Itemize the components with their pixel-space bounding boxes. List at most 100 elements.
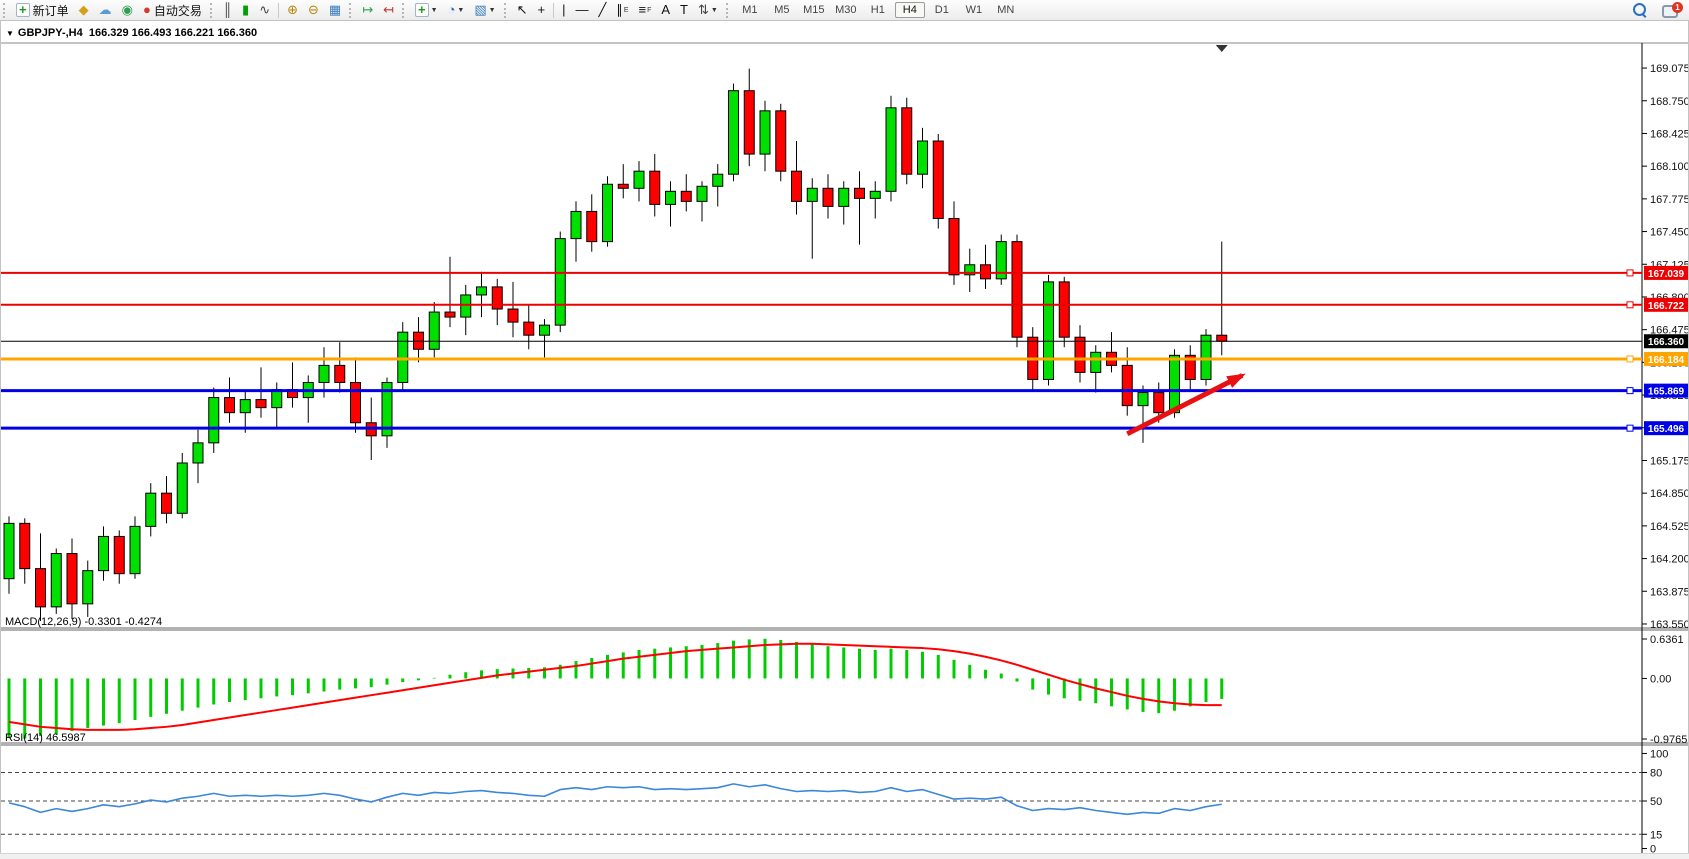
candle [540,325,550,335]
zoom-in-button[interactable]: ⊕ [283,0,302,20]
candle [807,188,817,201]
candle [445,312,455,317]
arrows-button[interactable]: ⇅▼ [694,0,722,20]
dropdown-arrow-icon[interactable]: ▼ [431,7,438,14]
price-tick-label: 164.850 [1650,488,1688,500]
rsi-tick-label: 100 [1650,748,1668,760]
text-icon: A [661,1,670,19]
trendline-button[interactable]: ╱ [594,0,610,20]
price-tick-label: 168.100 [1650,161,1688,173]
candle [1201,335,1211,379]
timeframe-w1-button[interactable]: W1 [959,2,989,18]
candle [1154,393,1164,413]
chart-title-dropdown-icon[interactable]: ▼ [6,29,14,38]
timeframe-m15-button[interactable]: M15 [799,2,829,18]
crosshair-button[interactable]: + [534,0,550,20]
autotrade-icon: ● [143,1,151,19]
fibonacci-icon: ≡ [638,1,646,19]
indicators-button[interactable]: +▼ [411,0,442,20]
price-tick-label: 163.875 [1650,586,1688,598]
macd-tick-label: 0.00 [1650,673,1671,685]
candle [67,554,77,604]
trendline-icon: ╱ [598,1,606,19]
signals-button[interactable]: ◉ [118,0,137,20]
candle [398,332,408,382]
periods-button[interactable]: ◔▼ [444,0,469,20]
vertical-line-button[interactable]: | [558,0,569,20]
text-button[interactable]: A [657,0,674,20]
community-button[interactable]: ☁ [95,0,116,20]
new-order-icon: + [16,3,30,17]
chart-shift-button[interactable]: ↤ [379,0,398,20]
bar-chart-button[interactable]: ║ [219,0,236,20]
macd-tick-label: 0.6361 [1650,634,1684,646]
dropdown-arrow-icon[interactable]: ▼ [489,7,496,14]
template-button[interactable]: ▧▼ [470,0,499,20]
timeframe-m30-button[interactable]: M30 [831,2,861,18]
fibonacci-button[interactable]: ≡F [634,0,655,20]
rsi-indicator-label: RSI(14) 46.5987 [5,732,86,744]
candlestick-chart-button[interactable]: ▮ [238,0,253,20]
candle [4,523,14,578]
toolbar-separator [278,3,279,18]
fibonacci-icon-sub: F [647,7,651,14]
tile-windows-button[interactable]: ▦ [325,0,345,20]
cursor-button[interactable]: ↖ [513,0,532,20]
chart-window[interactable]: 169.075168.750168.425168.100167.775167.4… [0,20,1689,854]
auto-scroll-icon: ↦ [362,1,373,19]
timeframe-m5-button[interactable]: M5 [767,2,797,18]
candle [618,184,628,188]
autotrade-button[interactable]: ●自动交易 [139,0,206,20]
price-line-label: 166.722 [1648,301,1685,312]
candle [477,287,487,295]
candle [587,211,597,241]
line-chart-button[interactable]: ∿ [255,0,274,20]
candle [1170,355,1180,412]
candle [1075,337,1085,372]
timeframe-h4-button[interactable]: H4 [895,2,925,18]
chart-canvas[interactable]: 169.075168.750168.425168.100167.775167.4… [1,21,1688,853]
hline-handle[interactable] [1627,388,1633,394]
search-button[interactable] [1627,0,1654,20]
candle [51,554,61,607]
candle [760,111,770,154]
candle [713,174,723,186]
candle [949,218,959,274]
timeframe-d1-button[interactable]: D1 [927,2,957,18]
candle [1122,365,1132,405]
hline-handle[interactable] [1627,425,1633,431]
new-order-button[interactable]: +新订单 [12,0,73,20]
zoom-out-button[interactable]: ⊖ [304,0,323,20]
candle [83,571,93,604]
price-line-label: 166.184 [1648,355,1685,366]
text-label-button[interactable]: T [676,0,692,20]
rsi-tick-label: 80 [1650,767,1662,779]
timeframe-mn-button[interactable]: MN [991,2,1021,18]
chart-background[interactable] [1,21,1688,853]
chat-button[interactable]: 1 [1656,0,1688,20]
timeframe-m1-button[interactable]: M1 [735,2,765,18]
candle [461,295,471,317]
signals-icon: ◉ [122,1,133,19]
candle [634,171,644,188]
candle [429,312,439,349]
candle [146,493,156,526]
hline-handle[interactable] [1627,356,1633,362]
price-line-label: 165.869 [1648,387,1685,398]
rsi-tick-label: 50 [1650,796,1662,808]
dropdown-arrow-icon[interactable]: ▼ [457,7,464,14]
dropdown-arrow-icon[interactable]: ▼ [711,7,718,14]
crosshair-icon: + [538,1,546,19]
horizontal-line-button[interactable]: — [571,0,592,20]
gold-button[interactable]: ◆ [75,0,93,20]
auto-scroll-button[interactable]: ↦ [358,0,377,20]
hline-handle[interactable] [1627,302,1633,308]
candle [256,400,266,408]
hline-handle[interactable] [1627,270,1633,276]
timeframe-h1-button[interactable]: H1 [863,2,893,18]
chart-title[interactable]: ▼GBPJPY-,H4 166.329 166.493 166.221 166.… [6,27,257,39]
candle [1059,282,1069,337]
notification-badge: 1 [1672,2,1683,13]
candle [272,390,282,408]
channel-button[interactable]: ∥E [612,0,632,20]
